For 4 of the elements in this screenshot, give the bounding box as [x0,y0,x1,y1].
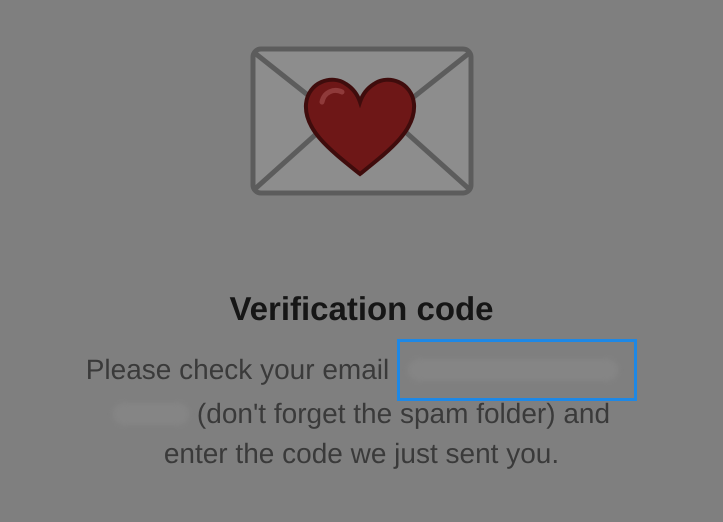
title: Verification code [229,292,494,325]
message-text: enter the code we just sent you. [164,437,560,471]
message-text: Please check your email [86,353,390,387]
message-text: (don't forget the spam folder) and [196,397,610,431]
